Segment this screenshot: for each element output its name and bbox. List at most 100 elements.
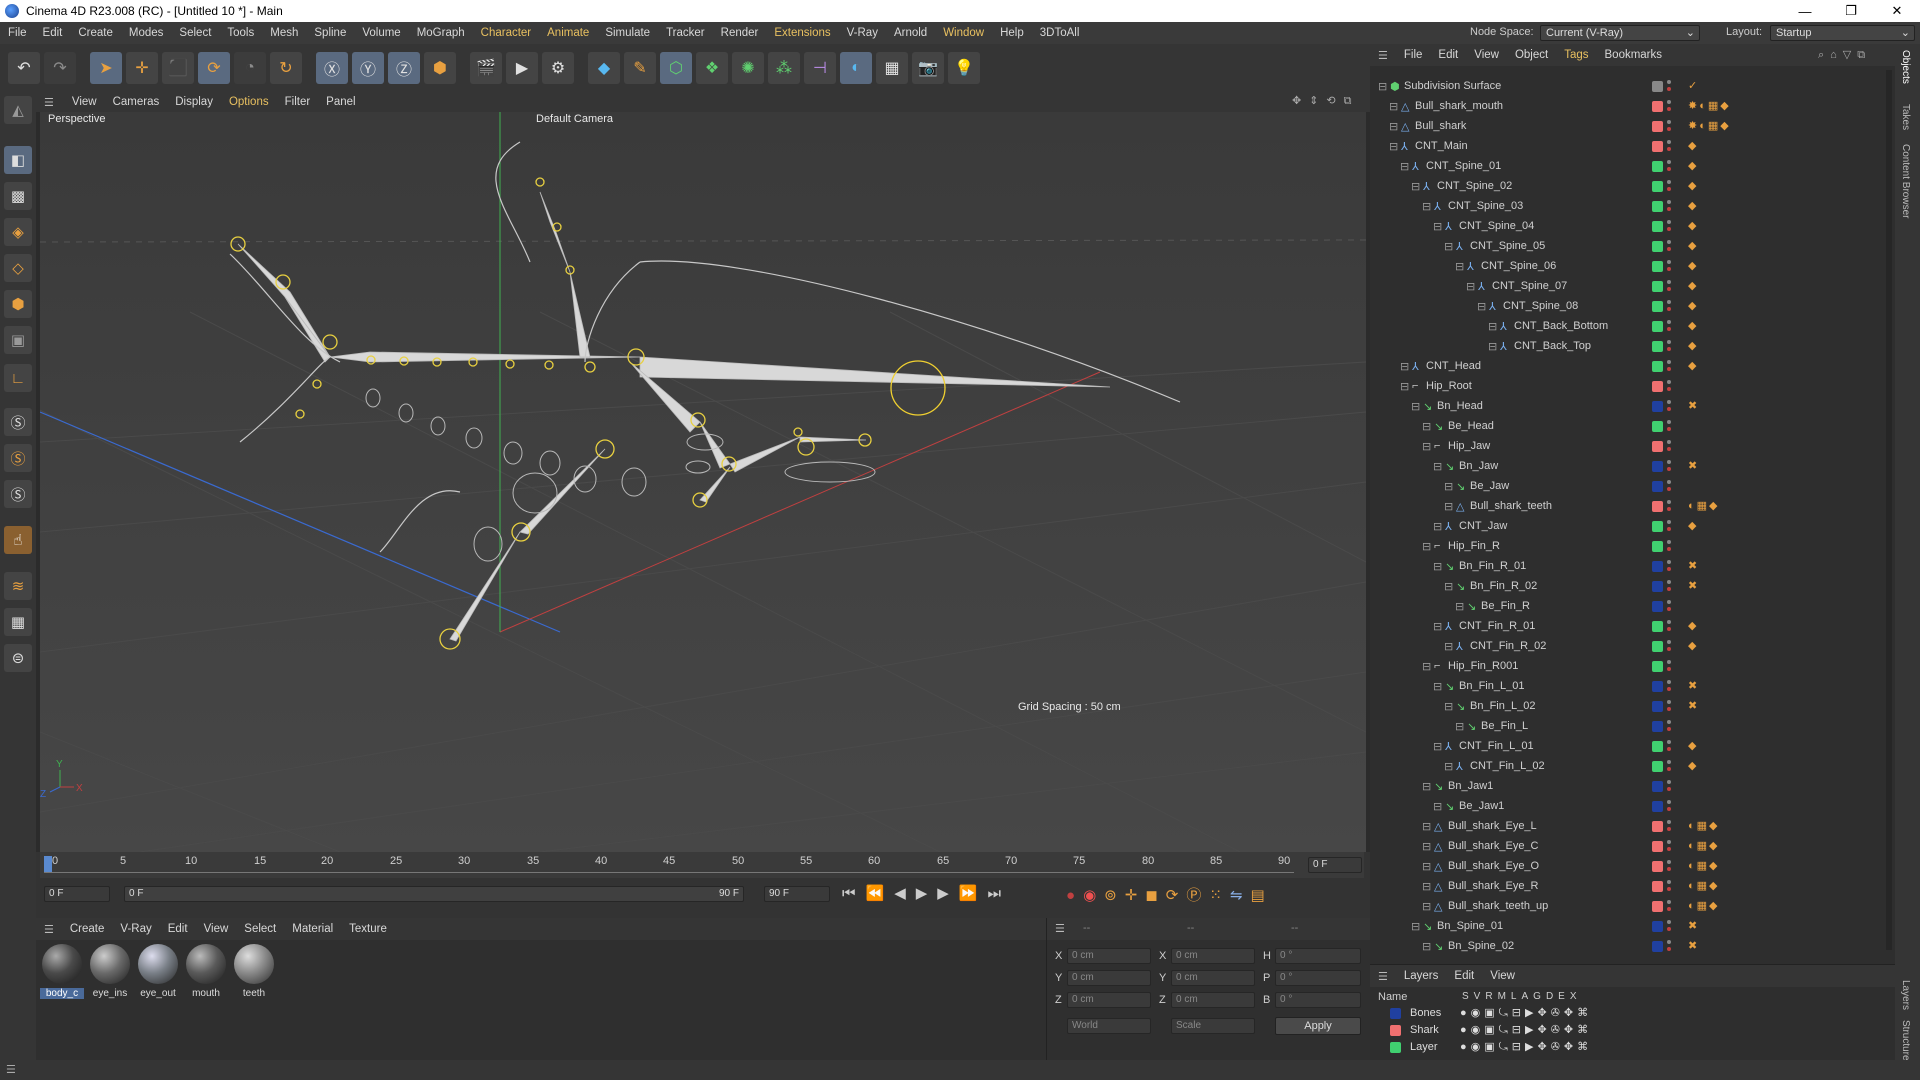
material-menu-material[interactable]: Material bbox=[284, 923, 341, 935]
layer-color-swatch[interactable] bbox=[1390, 1042, 1401, 1053]
autokey-button[interactable]: ◉ bbox=[1083, 887, 1104, 904]
render-visibility-dot[interactable] bbox=[1667, 847, 1671, 851]
playhead[interactable] bbox=[44, 856, 52, 872]
hamburger-icon[interactable]: ☰ bbox=[1378, 49, 1388, 62]
object-tags[interactable]: ◆ bbox=[1688, 139, 1698, 152]
expand-icon[interactable]: ⊟ bbox=[1444, 240, 1453, 253]
layer-color-swatch[interactable] bbox=[1652, 421, 1663, 432]
render-visibility-dot[interactable] bbox=[1667, 147, 1671, 151]
layer-color-swatch[interactable] bbox=[1652, 481, 1663, 492]
deformer-button[interactable]: ⊣ bbox=[804, 52, 836, 84]
render-visibility-dot[interactable] bbox=[1667, 87, 1671, 91]
layer-color-swatch[interactable] bbox=[1652, 181, 1663, 192]
editor-visibility-dot[interactable] bbox=[1667, 880, 1671, 884]
key-scale-button[interactable]: ◼ bbox=[1145, 887, 1165, 904]
editor-visibility-dot[interactable] bbox=[1667, 760, 1671, 764]
layer-color-swatch[interactable] bbox=[1652, 541, 1663, 552]
material-menu-edit[interactable]: Edit bbox=[160, 923, 196, 935]
layer-color-swatch[interactable] bbox=[1652, 201, 1663, 212]
expand-icon[interactable]: ⊟ bbox=[1389, 100, 1398, 113]
goto-start-button[interactable]: ⏮ bbox=[842, 885, 866, 902]
layer-name[interactable]: Shark bbox=[1410, 1024, 1439, 1036]
editor-visibility-dot[interactable] bbox=[1667, 720, 1671, 724]
layer-name[interactable]: Layer bbox=[1410, 1041, 1438, 1053]
layer-flag-toggles[interactable]: ●◉▣⤿⊟▶✥✇✥⌘ bbox=[1460, 1006, 1592, 1020]
select-tool-button[interactable]: ➤ bbox=[90, 52, 122, 84]
render-visibility-dot[interactable] bbox=[1667, 107, 1671, 111]
layer-color-swatch[interactable] bbox=[1652, 241, 1663, 252]
editor-visibility-dot[interactable] bbox=[1667, 360, 1671, 364]
expand-icon[interactable]: ⊟ bbox=[1422, 660, 1431, 673]
layer-color-swatch[interactable] bbox=[1652, 801, 1663, 812]
expand-icon[interactable]: ⊟ bbox=[1378, 80, 1387, 93]
object-menu-tags[interactable]: Tags bbox=[1556, 49, 1596, 61]
layer-color-swatch[interactable] bbox=[1652, 721, 1663, 732]
expand-icon[interactable]: ⊟ bbox=[1433, 620, 1442, 633]
object-tags[interactable]: ✓ bbox=[1688, 79, 1699, 92]
layer-color-swatch[interactable] bbox=[1652, 561, 1663, 572]
layer-color-swatch[interactable] bbox=[1652, 121, 1663, 132]
render-visibility-dot[interactable] bbox=[1667, 307, 1671, 311]
render-visibility-dot[interactable] bbox=[1667, 287, 1671, 291]
viewport-menu-display[interactable]: Display bbox=[167, 96, 221, 108]
editor-visibility-dot[interactable] bbox=[1667, 800, 1671, 804]
material-body-c[interactable]: body_c bbox=[40, 944, 84, 999]
render-visibility-dot[interactable] bbox=[1667, 267, 1671, 271]
cube-primitive-button[interactable]: ◆ bbox=[588, 52, 620, 84]
viewport-menu-options[interactable]: Options bbox=[221, 96, 277, 108]
snap-button[interactable]: Ⓢ bbox=[4, 408, 32, 436]
object-row[interactable]: ⊟ ⌐ Hip_Jaw bbox=[1370, 436, 1890, 456]
render-visibility-dot[interactable] bbox=[1667, 767, 1671, 771]
expand-icon[interactable]: ⊟ bbox=[1422, 540, 1431, 553]
object-tags[interactable]: ◆ bbox=[1688, 179, 1698, 192]
layer-color-swatch[interactable] bbox=[1652, 341, 1663, 352]
model-mode-button[interactable]: ◧ bbox=[4, 146, 32, 174]
material-menu-vray[interactable]: V-Ray bbox=[112, 923, 159, 935]
object-row[interactable]: ⊟ ⅄ CNT_Spine_08 ◆ bbox=[1370, 296, 1890, 316]
editor-visibility-dot[interactable] bbox=[1667, 380, 1671, 384]
light-button[interactable]: 💡 bbox=[948, 52, 980, 84]
layer-color-swatch[interactable] bbox=[1652, 81, 1663, 92]
object-row[interactable]: ⊟ ↘ Be_Head bbox=[1370, 416, 1890, 436]
material-menu-view[interactable]: View bbox=[196, 923, 237, 935]
editor-visibility-dot[interactable] bbox=[1667, 340, 1671, 344]
object-menu-object[interactable]: Object bbox=[1507, 49, 1556, 61]
object-tags[interactable]: ◆ bbox=[1688, 619, 1698, 632]
object-tags[interactable]: ◐▦◆ bbox=[1688, 839, 1720, 852]
tab-structure[interactable]: Structure bbox=[1900, 1020, 1911, 1061]
expand-icon[interactable]: ⊟ bbox=[1488, 340, 1497, 353]
node-space-select[interactable]: Current (V-Ray) ⌄ bbox=[1540, 25, 1700, 41]
expand-icon[interactable]: ⊟ bbox=[1422, 780, 1431, 793]
object-row[interactable]: ⊟ ↘ Be_Jaw1 bbox=[1370, 796, 1890, 816]
material-eye-ins[interactable]: eye_ins bbox=[88, 944, 132, 999]
expand-icon[interactable]: ⊟ bbox=[1422, 860, 1431, 873]
object-row[interactable]: ⊟ ↘ Bn_Jaw ✖ bbox=[1370, 456, 1890, 476]
object-row[interactable]: ⊟ △ Bull_shark ✸◐▦◆ bbox=[1370, 116, 1890, 136]
y-axis-lock-button[interactable]: Ⓨ bbox=[352, 52, 384, 84]
next-key-button[interactable]: ⏩ bbox=[959, 885, 988, 902]
size-z-field[interactable]: 0 cm bbox=[1171, 992, 1255, 1008]
material-menu-create[interactable]: Create bbox=[62, 923, 113, 935]
layer-color-swatch[interactable] bbox=[1652, 641, 1663, 652]
object-menu-file[interactable]: File bbox=[1396, 49, 1431, 61]
tab-layers[interactable]: Layers bbox=[1900, 980, 1911, 1010]
layer-color-swatch[interactable] bbox=[1652, 601, 1663, 612]
object-tags[interactable]: ✸◐▦◆ bbox=[1688, 99, 1731, 112]
object-row[interactable]: ⊟ △ Bull_shark_Eye_C ◐▦◆ bbox=[1370, 836, 1890, 856]
layer-color-swatch[interactable] bbox=[1390, 1025, 1401, 1036]
menu-render[interactable]: Render bbox=[713, 27, 767, 39]
object-row[interactable]: ⊟ ↘ Be_Jaw bbox=[1370, 476, 1890, 496]
current-frame-field[interactable]: 0 F bbox=[1308, 857, 1362, 873]
object-menu-bookmarks[interactable]: Bookmarks bbox=[1597, 49, 1671, 61]
menu-file[interactable]: File bbox=[0, 27, 35, 39]
hamburger-icon[interactable]: ☰ bbox=[6, 1063, 16, 1076]
object-tags[interactable]: ✖ bbox=[1688, 579, 1699, 592]
menu-help[interactable]: Help bbox=[992, 27, 1032, 39]
expand-icon[interactable]: ⊟ bbox=[1411, 920, 1420, 933]
editor-visibility-dot[interactable] bbox=[1667, 320, 1671, 324]
render-visibility-dot[interactable] bbox=[1667, 227, 1671, 231]
layer-color-swatch[interactable] bbox=[1652, 321, 1663, 332]
object-row[interactable]: ⊟ ⅄ CNT_Back_Top ◆ bbox=[1370, 336, 1890, 356]
key-pla-button[interactable]: ⁙ bbox=[1209, 887, 1230, 904]
expand-icon[interactable]: ⊟ bbox=[1433, 460, 1442, 473]
